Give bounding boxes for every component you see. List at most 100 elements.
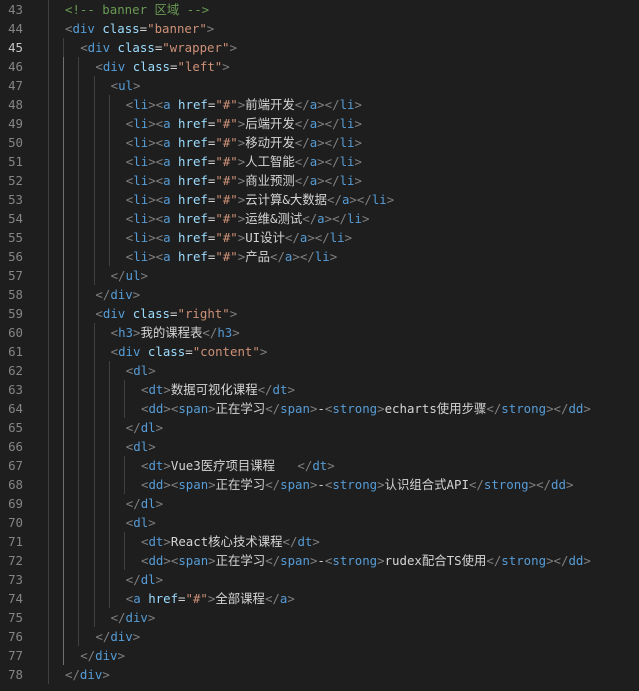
code-line[interactable]: 45 <div class="wrapper"> bbox=[0, 38, 639, 57]
code-line[interactable]: 74 <a href="#">全部课程</a> bbox=[0, 589, 639, 608]
token-punct: ></ bbox=[546, 401, 569, 416]
indent-guide bbox=[78, 57, 80, 76]
code-line[interactable]: 61 <div class="content"> bbox=[0, 342, 639, 361]
indent-guide bbox=[48, 627, 49, 646]
indent-guide bbox=[78, 494, 80, 513]
token-attr: href bbox=[178, 97, 208, 112]
code-content: <li><a href="#">云计算&大数据</a></li> bbox=[126, 190, 394, 209]
token-attr: class bbox=[147, 344, 186, 359]
code-line[interactable]: 76 </div> bbox=[0, 627, 639, 646]
code-line[interactable]: 44 <div class="banner"> bbox=[0, 19, 639, 38]
code-line[interactable]: 55 <li><a href="#">UI设计</a></li> bbox=[0, 228, 639, 247]
token-punct: ></ bbox=[324, 211, 348, 226]
token-tag: dl bbox=[140, 420, 156, 435]
code-line[interactable]: 71 <dt>React核心技术课程</dt> bbox=[0, 532, 639, 551]
code-line[interactable]: 70 <dl> bbox=[0, 513, 639, 532]
indent-guide bbox=[63, 190, 65, 209]
token-punct: >< bbox=[148, 173, 164, 188]
token-attr: href bbox=[178, 116, 208, 131]
code-line[interactable]: 73 </dl> bbox=[0, 570, 639, 589]
indent-guide bbox=[63, 513, 65, 532]
code-line[interactable]: 72 <dd><span>正在学习</span>-<strong>rudex配合T… bbox=[0, 551, 639, 570]
token-punct: ></ bbox=[349, 192, 372, 207]
code-line[interactable]: 68 <dd><span>正在学习</span>-<strong>认识组合式API… bbox=[0, 475, 639, 494]
code-line[interactable]: 53 <li><a href="#">云计算&大数据</a></li> bbox=[0, 190, 639, 209]
code-line[interactable]: 64 <dd><span>正在学习</span>-<strong>echarts使… bbox=[0, 399, 639, 418]
code-line[interactable]: 59 <div class="right"> bbox=[0, 304, 639, 323]
token-attr: class bbox=[117, 40, 155, 55]
token-punct: >< bbox=[163, 553, 179, 568]
indent-guide bbox=[78, 399, 80, 418]
token-punct: </ bbox=[294, 135, 310, 150]
indent-guide bbox=[93, 608, 95, 627]
token-str: "banner" bbox=[147, 21, 207, 36]
code-line[interactable]: 77 </div> bbox=[0, 646, 639, 665]
code-line[interactable]: 63 <dt>数据可视化课程</dt> bbox=[0, 380, 639, 399]
code-line[interactable]: 57 </ul> bbox=[0, 266, 639, 285]
indent-guide bbox=[93, 247, 95, 266]
code-line[interactable]: 60 <h3>我的课程表</h3> bbox=[0, 323, 639, 342]
token-punct: > bbox=[327, 458, 335, 473]
code-line[interactable]: 62 <dl> bbox=[0, 361, 639, 380]
token-tag: li bbox=[339, 154, 355, 169]
code-line[interactable]: 56 <li><a href="#">产品</a></li> bbox=[0, 247, 639, 266]
token-punct: > bbox=[155, 420, 164, 435]
code-line[interactable]: 58 </div> bbox=[0, 285, 639, 304]
code-editor[interactable]: 43 <!-- banner 区域 --> 44 <div class="banner… bbox=[0, 0, 639, 691]
token-punct: </ bbox=[264, 591, 280, 606]
token-punct: > bbox=[117, 648, 125, 663]
code-line[interactable]: 43 <!-- banner 区域 --> bbox=[0, 0, 639, 19]
indent-guide bbox=[108, 228, 110, 247]
code-line[interactable]: 52 <li><a href="#">商业预测</a></li> bbox=[0, 171, 639, 190]
code-line[interactable]: 67 <dt>Vue3医疗项目课程 </dt> bbox=[0, 456, 639, 475]
token-tag: div bbox=[110, 629, 133, 644]
token-text: 认识组合式API bbox=[384, 477, 469, 492]
token-tag: dd bbox=[551, 477, 566, 492]
token-str: "wrapper" bbox=[162, 40, 230, 55]
code-content: <div class="wrapper"> bbox=[80, 38, 237, 57]
token-punct: > bbox=[354, 97, 362, 112]
code-line[interactable]: 66 <dl> bbox=[0, 437, 639, 456]
token-tag: strong bbox=[332, 553, 378, 568]
line-number: 69 bbox=[8, 496, 23, 511]
code-line[interactable]: 46 <div class="left"> bbox=[0, 57, 639, 76]
token-tag: div bbox=[118, 344, 141, 359]
token-str: "#" bbox=[215, 192, 238, 207]
indent-guide bbox=[48, 133, 49, 152]
token-tag: h3 bbox=[217, 325, 233, 340]
code-line[interactable]: 54 <li><a href="#">运维&测试</a></li> bbox=[0, 209, 639, 228]
code-line[interactable]: 47 <ul> bbox=[0, 76, 639, 95]
code-line[interactable]: 78 </div> bbox=[0, 665, 639, 684]
code-line[interactable]: 51 <li><a href="#">人工智能</a></li> bbox=[0, 152, 639, 171]
code-content: <li><a href="#">UI设计</a></li> bbox=[126, 228, 352, 247]
indent-guide bbox=[63, 342, 65, 361]
code-line[interactable]: 50 <li><a href="#">移动开发</a></li> bbox=[0, 133, 639, 152]
token-str: "#" bbox=[215, 173, 238, 188]
indent-guide bbox=[63, 57, 65, 76]
indent-guide bbox=[48, 551, 49, 570]
token-tag: div bbox=[102, 306, 126, 321]
indent-guide bbox=[48, 323, 49, 342]
indent-guide bbox=[78, 133, 80, 152]
token-tag: div bbox=[102, 59, 126, 74]
indent-guide bbox=[48, 76, 49, 95]
token-tag: li bbox=[314, 249, 330, 264]
code-line[interactable]: 65 </dl> bbox=[0, 418, 639, 437]
token-punct: ></ bbox=[317, 154, 340, 169]
code-line[interactable]: 69 </dl> bbox=[0, 494, 639, 513]
token-punct: </ bbox=[302, 211, 318, 226]
code-line[interactable]: 75 </div> bbox=[0, 608, 639, 627]
token-punct: </ bbox=[265, 553, 281, 568]
line-number: 46 bbox=[8, 59, 23, 74]
code-line[interactable]: 49 <li><a href="#">后端开发</a></li> bbox=[0, 114, 639, 133]
indent-guide bbox=[78, 532, 80, 551]
token-punct: > bbox=[163, 458, 171, 473]
token-text: 全部课程 bbox=[215, 591, 265, 606]
code-line[interactable]: 48 <li><a href="#">前端开发</a></li> bbox=[0, 95, 639, 114]
indent-guide bbox=[78, 475, 80, 494]
token-punct: > bbox=[344, 230, 353, 245]
indent-guide bbox=[63, 285, 65, 304]
